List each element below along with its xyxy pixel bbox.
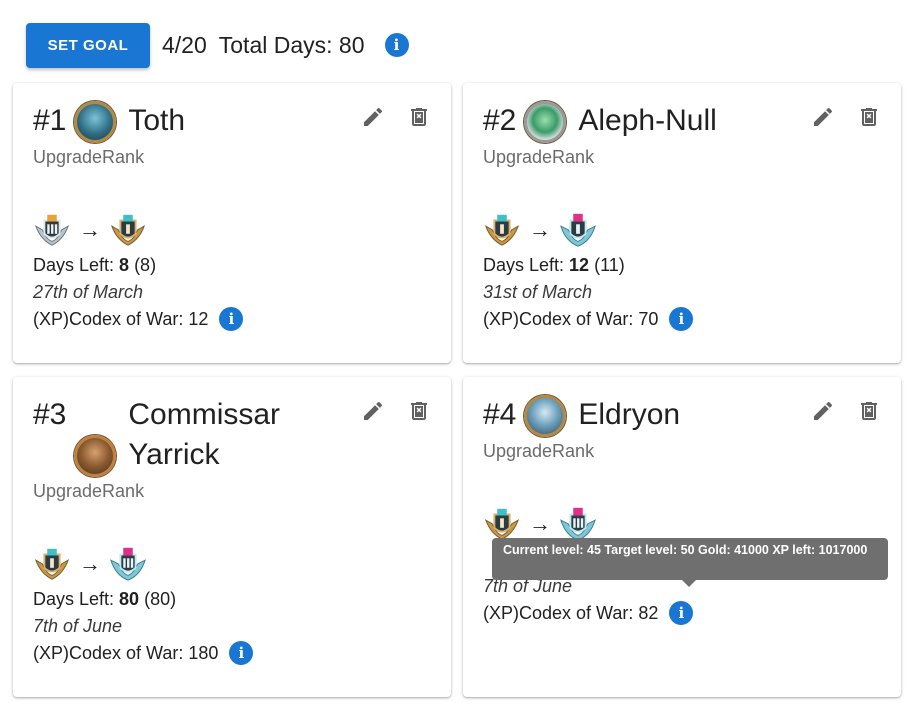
character-name: Aleph-Null xyxy=(578,104,717,137)
xp-info-icon[interactable]: i xyxy=(219,307,244,331)
goal-type: UpgradeRank xyxy=(33,481,145,501)
xp-requirement: (XP)Codex of War: 180 i xyxy=(33,641,254,665)
current-rank-icon xyxy=(33,211,71,249)
rank-progression: → xyxy=(33,211,147,249)
goal-card-2: #2 Aleph-Null UpgradeRank → Days Left: 1… xyxy=(463,83,901,363)
tooltip-arrow xyxy=(682,580,696,587)
days-left: Days Left: 80 (80) xyxy=(33,587,176,611)
edit-pencil-icon[interactable] xyxy=(811,105,835,129)
goal-type: UpgradeRank xyxy=(33,147,145,167)
edit-pencil-icon[interactable] xyxy=(361,105,385,129)
character-name-line-1: Commissar xyxy=(128,398,281,431)
days-left: Days Left: 8 (8) xyxy=(33,253,156,277)
arrow-right-icon: → xyxy=(79,217,101,242)
arrow-right-icon: → xyxy=(79,551,101,576)
goal-card-3: #3 Commissar Yarrick UpgradeRank → Days … xyxy=(13,377,451,697)
goal-count: 4/20 xyxy=(162,31,207,58)
days-left-alt: (8) xyxy=(134,255,157,275)
delete-trash-icon[interactable] xyxy=(857,105,881,129)
character-name: Commissar Yarrick xyxy=(128,395,280,475)
xp-text: (XP)Codex of War: 70 xyxy=(483,309,659,329)
goal-type: UpgradeRank xyxy=(483,441,595,461)
target-date: 27th of March xyxy=(33,282,144,302)
days-left-value: 8 xyxy=(119,255,130,275)
target-rank-icon xyxy=(559,211,597,249)
edit-pencil-icon[interactable] xyxy=(811,399,835,423)
toolbar: SET GOAL 4/20 Total Days: 80 i xyxy=(26,22,409,68)
character-avatar xyxy=(524,101,567,143)
goal-rank: #3 xyxy=(33,398,67,431)
character-avatar xyxy=(74,435,117,477)
character-avatar xyxy=(74,101,117,143)
goal-card-4: #4 Eldryon UpgradeRank → 7th of June (XP… xyxy=(463,377,901,697)
goal-card-1: #1 Toth UpgradeRank → Days Left: 8 (8) 2… xyxy=(13,83,451,363)
rank-progression: → xyxy=(33,545,147,583)
xp-requirement: (XP)Codex of War: 70 i xyxy=(483,307,694,331)
xp-text: (XP)Codex of War: 82 xyxy=(483,603,659,623)
arrow-right-icon: → xyxy=(529,217,551,242)
xp-info-icon[interactable]: i xyxy=(669,601,694,625)
target-date: 7th of June xyxy=(33,616,123,636)
character-name-line-2: Yarrick xyxy=(128,438,220,471)
days-left-label: Days Left: xyxy=(33,589,115,609)
character-name: Eldryon xyxy=(578,398,681,431)
xp-text: (XP)Codex of War: 12 xyxy=(33,309,209,329)
delete-trash-icon[interactable] xyxy=(407,399,431,423)
target-rank-icon xyxy=(109,545,147,583)
edit-pencil-icon[interactable] xyxy=(361,399,385,423)
delete-trash-icon[interactable] xyxy=(857,399,881,423)
arrow-right-icon: → xyxy=(529,511,551,536)
goal-type: UpgradeRank xyxy=(483,147,595,167)
xp-text: (XP)Codex of War: 180 xyxy=(33,643,219,663)
target-date: 31st of March xyxy=(483,282,593,302)
goal-rank: #1 xyxy=(33,104,67,137)
days-left-value: 80 xyxy=(119,589,140,609)
days-left-alt: (80) xyxy=(144,589,177,609)
xp-requirement: (XP)Codex of War: 12 i xyxy=(33,307,244,331)
target-rank-icon xyxy=(109,211,147,249)
goal-rank: #4 xyxy=(483,398,517,431)
total-days-info-icon[interactable]: i xyxy=(384,33,409,57)
goal-rank: #2 xyxy=(483,104,517,137)
xp-info-icon[interactable]: i xyxy=(229,641,254,665)
current-rank-icon xyxy=(33,545,71,583)
delete-trash-icon[interactable] xyxy=(407,105,431,129)
days-left: Days Left: 12 (11) xyxy=(483,253,625,277)
total-days: Total Days: 80 xyxy=(218,31,365,58)
set-goal-button[interactable]: SET GOAL xyxy=(26,22,150,68)
character-name: Toth xyxy=(128,104,186,137)
days-left-label: Days Left: xyxy=(483,255,565,275)
xp-info-tooltip: Current level: 45 Target level: 50 Gold:… xyxy=(492,538,888,580)
current-rank-icon xyxy=(483,211,521,249)
days-left-label: Days Left: xyxy=(33,255,115,275)
days-left-value: 12 xyxy=(569,255,590,275)
rank-progression: → xyxy=(483,211,597,249)
xp-requirement: (XP)Codex of War: 82 i xyxy=(483,601,694,625)
xp-info-icon[interactable]: i xyxy=(669,307,694,331)
character-avatar xyxy=(524,395,567,437)
days-left-alt: (11) xyxy=(594,255,625,275)
